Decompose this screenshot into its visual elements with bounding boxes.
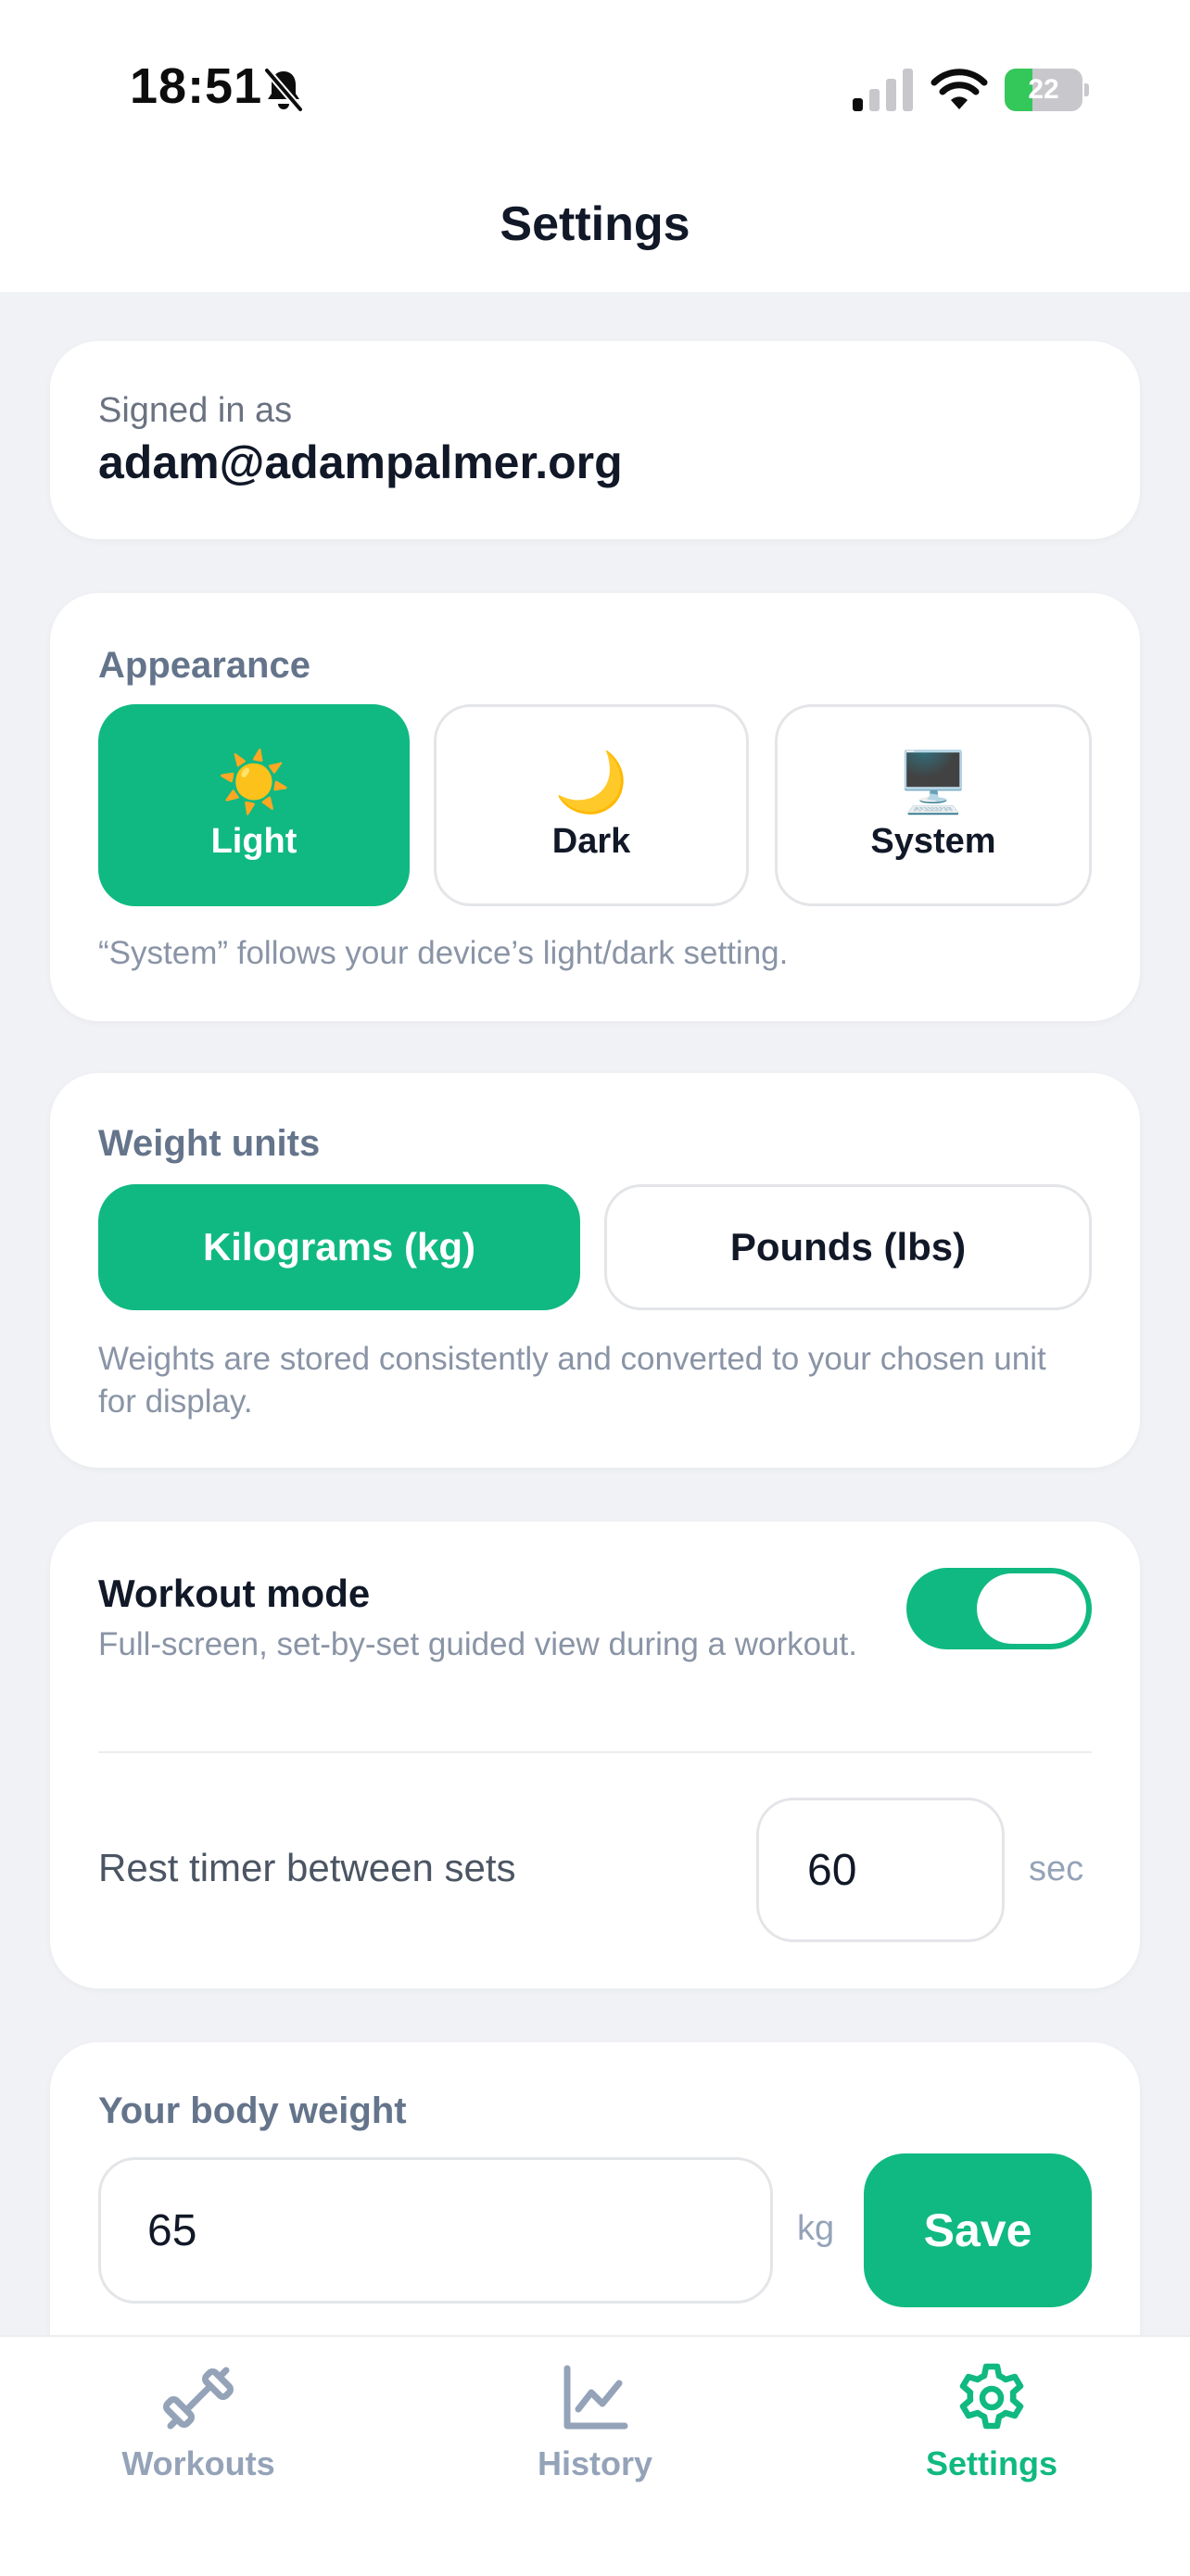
- toggle-knob: [977, 1573, 1086, 1644]
- tab-settings[interactable]: Settings: [853, 2361, 1131, 2483]
- workout-mode-toggle[interactable]: [906, 1568, 1092, 1649]
- rest-timer-label: Rest timer between sets: [98, 1846, 516, 1889]
- wifi-icon: [930, 69, 988, 109]
- status-bar: 18:51 22: [0, 0, 1190, 176]
- tab-label: History: [537, 2444, 653, 2482]
- appearance-card: Appearance ☀️ Light 🌙 Dark 🖥️ System “Sy…: [50, 593, 1140, 1021]
- dumbbell-icon: [163, 2367, 234, 2430]
- appearance-option-system[interactable]: 🖥️ System: [775, 704, 1092, 906]
- battery-level: 22: [1028, 74, 1059, 105]
- tab-label: Settings: [925, 2444, 1057, 2482]
- page-title: Settings: [500, 197, 690, 251]
- rest-timer-input[interactable]: 60: [756, 1798, 1005, 1942]
- account-email: adam@adampalmer.org: [98, 436, 623, 488]
- unit-option-label: Kilograms (kg): [202, 1225, 476, 1269]
- bell-slash-icon: [263, 67, 304, 113]
- divider: [98, 1751, 1092, 1753]
- cellular-signal-icon: [853, 69, 913, 111]
- weight-units-help-text: Weights are stored consistently and conv…: [98, 1341, 1046, 1420]
- rest-timer-unit: sec: [1029, 1850, 1084, 1888]
- sun-icon: ☀️: [217, 748, 291, 815]
- body-weight-card: Your body weight 65 kg Save: [50, 2042, 1140, 2376]
- tab-history[interactable]: History: [456, 2361, 734, 2483]
- battery-icon: 22: [1005, 69, 1089, 111]
- appearance-option-light[interactable]: ☀️ Light: [98, 704, 410, 906]
- weight-units-card: Weight units Kilograms (kg) Pounds (lbs)…: [50, 1073, 1140, 1468]
- signed-in-label: Signed in as: [98, 391, 293, 430]
- unit-option-label: Pounds (lbs): [729, 1225, 967, 1269]
- chart-line-icon: [563, 2365, 628, 2430]
- account-card: Signed in as adam@adampalmer.org: [50, 341, 1140, 539]
- save-button[interactable]: Save: [864, 2153, 1092, 2307]
- weight-units-label: Weight units: [98, 1123, 321, 1164]
- unit-option-kilograms[interactable]: Kilograms (kg): [98, 1184, 580, 1310]
- appearance-option-label: Light: [210, 821, 298, 861]
- appearance-option-label: System: [870, 821, 996, 861]
- workout-mode-description: Full-screen, set-by-set guided view duri…: [98, 1626, 857, 1662]
- tab-workouts[interactable]: Workouts: [59, 2361, 337, 2483]
- appearance-help-text: “System” follows your device’s light/dar…: [98, 935, 789, 971]
- battery-tip: [1084, 83, 1089, 96]
- status-time: 18:51: [130, 58, 263, 114]
- workout-mode-title: Workout mode: [98, 1572, 371, 1615]
- unit-option-pounds[interactable]: Pounds (lbs): [604, 1184, 1092, 1310]
- battery-body: 22: [1005, 69, 1082, 111]
- workout-mode-card: Workout mode Full-screen, set-by-set gui…: [50, 1522, 1140, 1989]
- monitor-icon: 🖥️: [896, 748, 970, 815]
- body-weight-input[interactable]: 65: [98, 2157, 773, 2304]
- appearance-option-dark[interactable]: 🌙 Dark: [434, 704, 749, 906]
- gear-icon: [959, 2363, 1024, 2430]
- appearance-label: Appearance: [98, 645, 310, 686]
- moon-icon: 🌙: [554, 748, 628, 815]
- body-weight-unit: kg: [797, 2209, 835, 2248]
- body-weight-label: Your body weight: [98, 2090, 407, 2131]
- appearance-option-label: Dark: [551, 821, 631, 861]
- tab-bar: Workouts History Settings: [0, 2335, 1190, 2576]
- tab-label: Workouts: [121, 2444, 275, 2482]
- nav-header: Settings: [0, 176, 1190, 292]
